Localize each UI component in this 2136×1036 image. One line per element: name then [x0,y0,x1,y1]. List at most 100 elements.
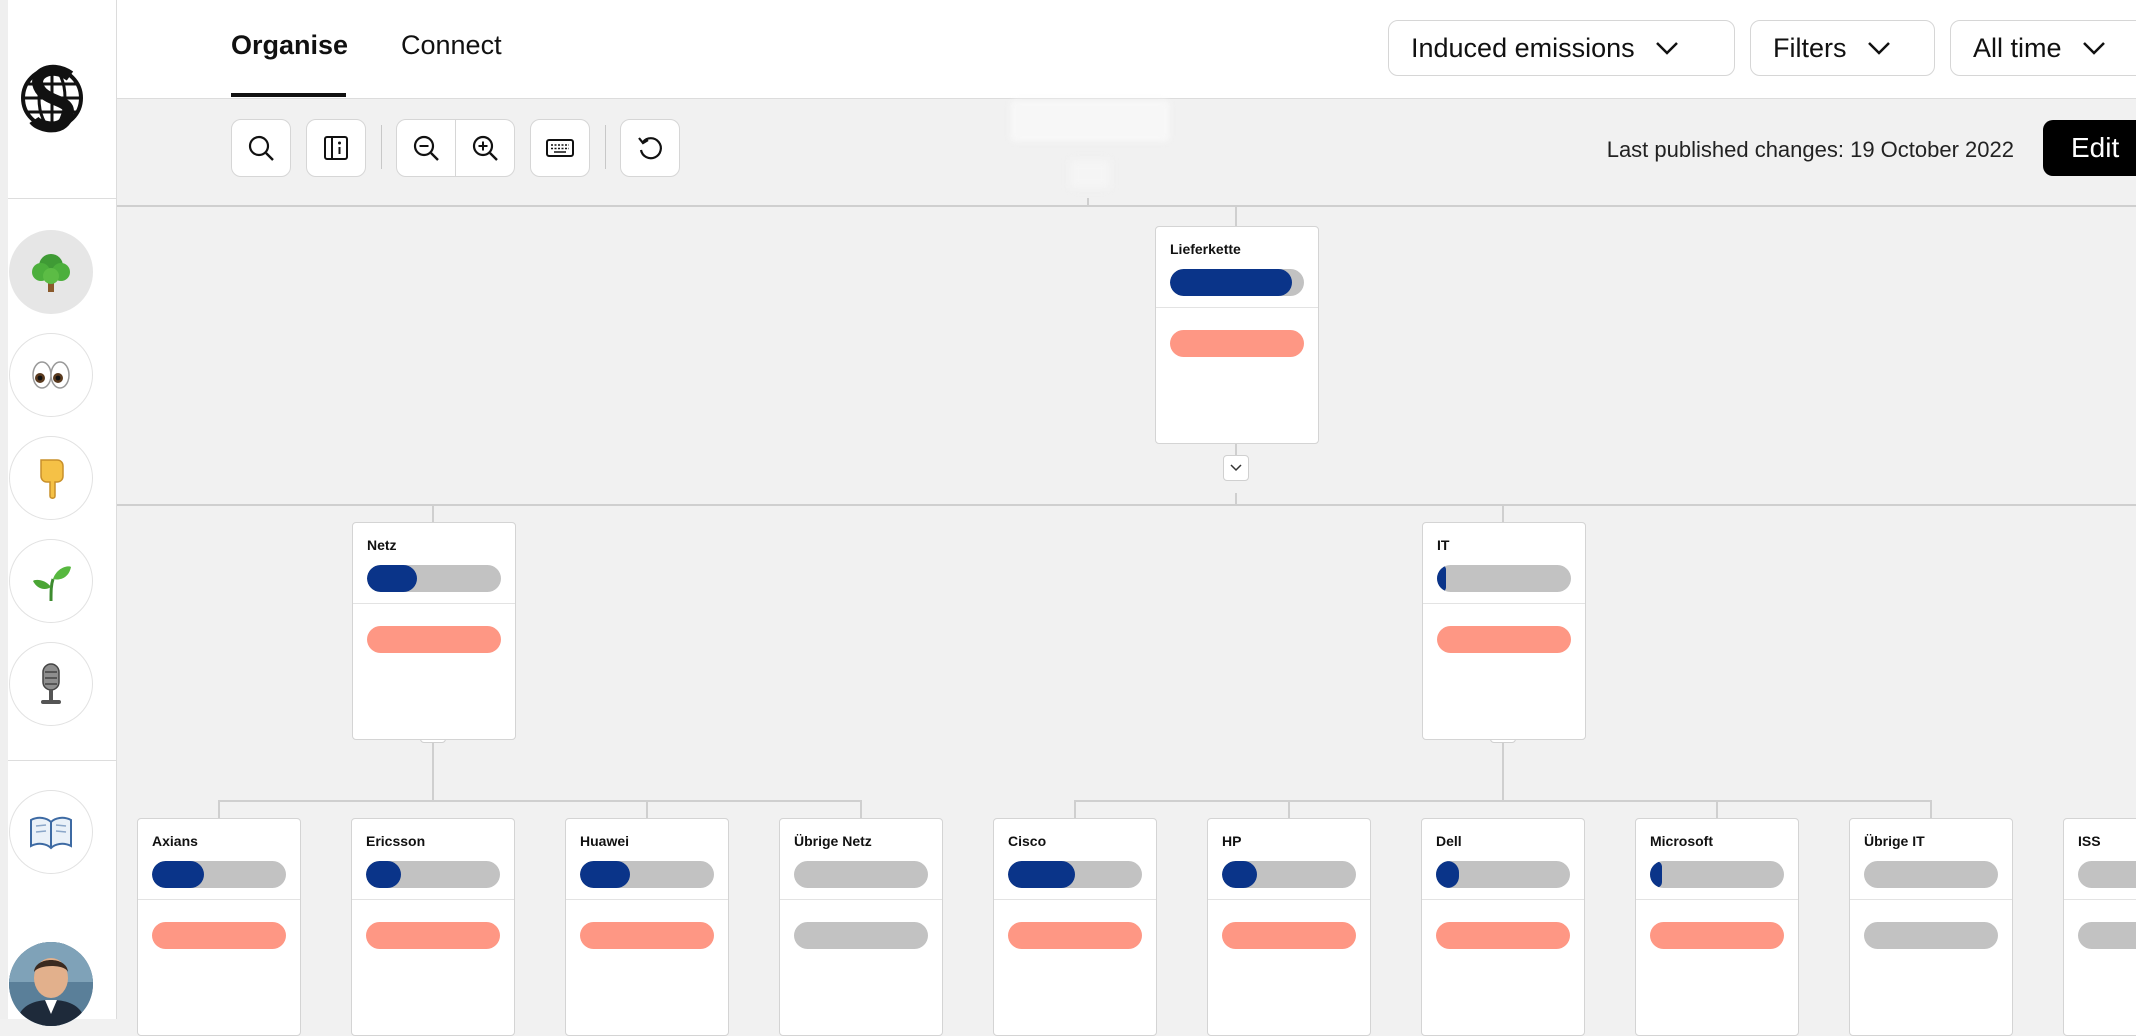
chevron-down-icon [1655,42,1678,55]
info-panel-tool-button[interactable] [306,119,366,177]
node-divider [1422,899,1584,900]
emissions-bar-fill [1008,861,1075,888]
tree-connector [1502,742,1504,800]
tree-connector [1288,800,1290,819]
info-panel-icon [324,136,348,160]
expand-children-button[interactable] [1223,455,1249,481]
globe-logo-icon[interactable] [20,52,84,144]
tree-node-label: Übrige Netz [794,833,872,849]
chevron-down-icon [2082,42,2105,55]
emissions-bar-fill [1436,861,1459,888]
emissions-bar-track [152,861,286,888]
emissions-bar-track [1008,861,1142,888]
secondary-metric-bar [794,922,928,949]
blurred-tooltip [1010,100,1170,142]
reset-tool-button[interactable] [620,119,680,177]
tree-node-label: Ericsson [366,833,426,849]
active-tab-indicator [231,93,346,97]
tree-node-card[interactable]: ISS [2063,818,2136,1036]
info-panel-button[interactable] [307,120,365,176]
tree-node-card[interactable]: Ericsson [351,818,515,1036]
keyboard-icon [546,139,574,157]
tree-node-card[interactable]: Übrige Netz [779,818,943,1036]
emissions-bar-track [1437,565,1571,592]
tree-node-card[interactable]: Microsoft [1635,818,1799,1036]
zoom-out-button[interactable] [397,120,455,176]
tree-node-card[interactable]: IT [1422,522,1586,740]
emissions-bar-track [366,861,500,888]
secondary-metric-bar [1436,922,1570,949]
node-divider [1423,603,1585,604]
zoom-out-icon [413,135,439,161]
node-divider [1156,307,1318,308]
book-icon [30,816,72,850]
emissions-bar-fill [152,861,204,888]
tree-node-label: Microsoft [1650,833,1713,849]
search-tool-button[interactable] [231,119,291,177]
emissions-bar-track [1864,861,1998,888]
secondary-metric-bar [152,922,286,949]
tab-connect[interactable]: Connect [401,30,502,61]
tree-node-card[interactable]: Axians [137,818,301,1036]
time-range-dropdown[interactable]: All time [1950,20,2136,76]
tree-connector [1087,198,1089,207]
tree-node-card[interactable]: Übrige IT [1849,818,2013,1036]
node-divider [2064,899,2136,900]
sidebar-item-seedling[interactable] [9,539,93,623]
edit-button[interactable]: Edit [2043,120,2136,176]
rail-divider [8,760,116,761]
tree-node-card[interactable]: HP [1207,818,1371,1036]
sidebar-item-pointing[interactable] [9,436,93,520]
tree-connector [218,800,862,802]
secondary-metric-bar [2078,922,2136,949]
secondary-metric-bar [1650,922,1784,949]
emissions-bar-track [1650,861,1784,888]
emissions-bar-fill [367,565,417,592]
zoom-controls [396,119,515,177]
microphone-icon [41,663,61,704]
time-range-label: All time [1973,32,2062,63]
tree-node-card[interactable]: Netz [352,522,516,740]
sidebar-item-microphone[interactable] [9,642,93,726]
seedling-icon [33,566,71,602]
tree-node-card[interactable]: Huawei [565,818,729,1036]
tree-connector [1074,800,1931,802]
pointing-hand-icon [40,459,64,499]
tree-connector [432,504,434,523]
secondary-metric-bar [1437,626,1571,653]
sidebar-item-eyes[interactable] [9,333,93,417]
node-divider [1208,899,1370,900]
rail-edge [0,0,8,1019]
tree-node-label: Huawei [580,833,630,849]
tree-node-card[interactable]: Lieferkette [1155,226,1319,444]
search-icon [248,135,274,161]
rail-divider [8,198,116,199]
blurred-tooltip-arrow [1070,160,1110,188]
node-divider [353,603,515,604]
secondary-metric-bar [1008,922,1142,949]
tree-node-card[interactable]: Dell [1421,818,1585,1036]
sidebar-item-book[interactable] [9,790,93,874]
secondary-metric-bar [1222,922,1356,949]
tree-node-label: Cisco [1008,833,1047,849]
tab-organise[interactable]: Organise [231,30,348,61]
eyes-icon [32,361,70,389]
search-button[interactable] [232,120,290,176]
emissions-bar-track [1170,269,1304,296]
filters-dropdown[interactable]: Filters [1750,20,1935,76]
zoom-in-button[interactable] [455,120,514,176]
reset-button[interactable] [621,120,679,176]
emissions-bar-fill [1222,861,1257,888]
tree-connector [1930,800,1932,819]
chevron-down-icon [1230,464,1242,472]
sidebar-item-tree[interactable] [9,230,93,314]
keyboard-shortcuts-button[interactable] [531,120,589,176]
node-divider [352,899,514,900]
keyboard-tool-button[interactable] [530,119,590,177]
node-divider [138,899,300,900]
metric-dropdown[interactable]: Induced emissions [1388,20,1735,76]
tree-node-card[interactable]: Cisco [993,818,1157,1036]
avatar[interactable] [9,942,93,1026]
app-window: Organise Connect Induced emissions Filte… [0,0,2136,1036]
secondary-metric-bar [367,626,501,653]
